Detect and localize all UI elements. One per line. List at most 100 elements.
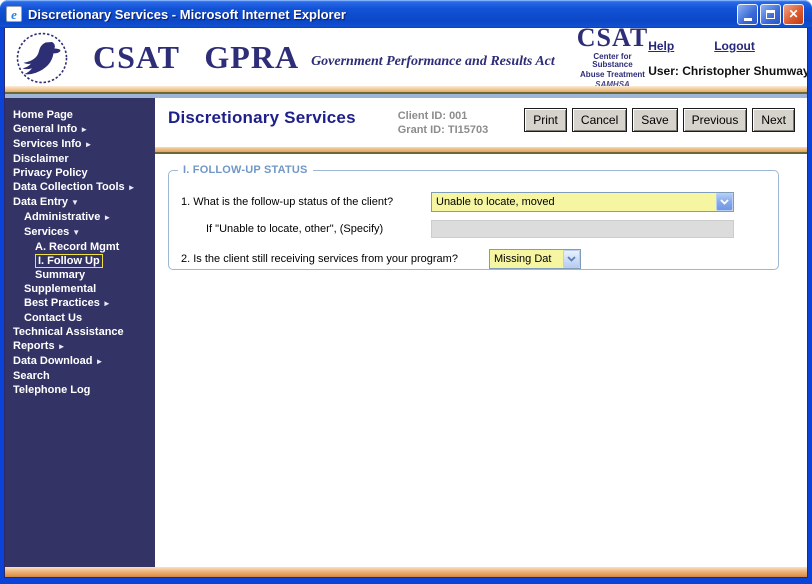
save-button[interactable]: Save — [632, 108, 678, 132]
question1-label: 1. What is the follow-up status of the c… — [181, 196, 394, 208]
page-title: Discretionary Services — [168, 108, 356, 127]
next-button[interactable]: Next — [752, 108, 795, 132]
gpra-logo: CSAT GPRA Government Performance and Res… — [93, 40, 555, 74]
chevron-down-icon[interactable] — [563, 250, 580, 268]
still-receiving-value: Missing Dat — [494, 253, 552, 265]
previous-button[interactable]: Previous — [682, 108, 748, 132]
sidebar-item-label: Best Practices — [24, 297, 100, 309]
help-link[interactable]: Help — [648, 39, 674, 53]
maximize-icon — [766, 9, 775, 19]
gpra-logo-title: CSAT GPRA — [93, 39, 300, 75]
sidebar-item-label: Search — [13, 370, 50, 382]
sidebar-item-administrative[interactable]: Administrative ► — [5, 210, 155, 225]
sidebar-item-reports[interactable]: Reports ► — [5, 339, 155, 354]
expand-down-icon: ▼ — [72, 228, 81, 237]
expand-down-icon: ▼ — [71, 198, 79, 207]
sidebar-item-home-page[interactable]: Home Page — [5, 108, 155, 122]
action-toolbar: Print Cancel Save Previous Next — [519, 108, 795, 132]
sidebar-item-label: Services Info — [13, 138, 82, 150]
sidebar-item-label: General Info — [13, 123, 78, 135]
expand-right-icon: ► — [57, 342, 66, 351]
page-body: CSAT GPRA Government Performance and Res… — [4, 28, 808, 578]
main-divider — [155, 147, 807, 154]
cancel-button[interactable]: Cancel — [571, 108, 628, 132]
minimize-button[interactable] — [737, 3, 758, 25]
sidebar-item-label: Administrative — [24, 211, 101, 223]
sidebar-item-contact-us[interactable]: Contact Us — [5, 311, 155, 325]
csat-logo: CSAT Center for Substance Abuse Treatmen… — [577, 28, 648, 89]
sidebar-item-label: Home Page — [13, 109, 73, 121]
question2-label: 2. Is the client still receiving service… — [181, 253, 458, 265]
internet-explorer-icon: e — [6, 6, 22, 22]
followup-status-select[interactable]: Unable to locate, moved — [431, 192, 734, 212]
client-id: Client ID: 001 — [397, 110, 468, 122]
ie-e-glyph: e — [11, 6, 17, 22]
footer-orange-bar — [5, 567, 807, 577]
sidebar-item-label: Summary — [35, 269, 86, 281]
sidebar-item-label: Data Entry — [13, 196, 69, 208]
content-row: Home Page General Info ► Services Info ► Disc… — [5, 98, 807, 567]
close-icon: ✕ — [788, 7, 799, 21]
expand-right-icon: ► — [103, 213, 112, 222]
sidebar-item-a-record-mgmt[interactable]: A. Record Mgmt — [5, 240, 155, 254]
sidebar-item-technical-assistance[interactable]: Technical Assistance — [5, 325, 155, 339]
sidebar-item-services-info[interactable]: Services Info ► — [5, 137, 155, 152]
csat-line1: Center for Substance — [592, 52, 633, 69]
grant-id: Grant ID: TI15703 — [397, 124, 489, 136]
sidebar-item-telephone-log[interactable]: Telephone Log — [5, 383, 155, 397]
sidebar-item-label: Technical Assistance — [13, 326, 124, 338]
hhs-eagle-logo — [16, 32, 68, 83]
expand-right-icon: ► — [84, 140, 93, 149]
window-title: Discretionary Services - Microsoft Inter… — [28, 6, 346, 22]
fieldset-legend: I. FOLLOW-UP STATUS — [178, 164, 313, 176]
close-button[interactable]: ✕ — [783, 3, 804, 25]
sidebar-item-general-info[interactable]: General Info ► — [5, 122, 155, 137]
sidebar-item-label: Services — [24, 226, 70, 238]
sidebar-item-summary[interactable]: Summary — [5, 268, 155, 282]
sidebar-item-data-collection-tools[interactable]: Data Collection Tools ► — [5, 180, 155, 195]
maximize-button[interactable] — [760, 3, 781, 25]
still-receiving-select[interactable]: Missing Dat — [489, 249, 581, 269]
sidebar-item-label: I. Follow Up — [35, 254, 103, 268]
expand-right-icon: ► — [80, 125, 89, 134]
logout-link[interactable]: Logout — [714, 39, 755, 53]
sidebar-item-label: Disclaimer — [13, 153, 69, 165]
sidebar-item-label: Data Download — [13, 355, 93, 367]
sidebar-item-data-entry[interactable]: Data Entry ▼ — [5, 195, 155, 210]
logged-in-user: User: Christopher Shumway — [648, 63, 808, 78]
main-header: Discretionary Services Client ID: 001 Gr… — [155, 98, 807, 147]
sidebar-item-label: Privacy Policy — [13, 167, 88, 179]
record-ids: Client ID: 001 Grant ID: TI15703 — [398, 108, 488, 137]
sidebar-item-label: Telephone Log — [13, 384, 91, 396]
csat-line2: Abuse Treatment — [580, 70, 645, 79]
app-header: CSAT GPRA Government Performance and Res… — [5, 28, 808, 89]
expand-right-icon: ► — [127, 183, 136, 192]
sidebar-item-disclaimer[interactable]: Disclaimer — [5, 152, 155, 166]
window-controls: ✕ — [737, 3, 804, 25]
sidebar-item-data-download[interactable]: Data Download ► — [5, 354, 155, 369]
minimize-icon — [743, 17, 752, 21]
expand-right-icon: ► — [95, 357, 104, 366]
sidebar-item-label: Data Collection Tools — [13, 181, 125, 193]
followup-status-fieldset: I. FOLLOW-UP STATUS 1. What is the follo… — [168, 164, 779, 270]
sidebar-item-label: A. Record Mgmt — [35, 241, 120, 253]
sidebar-item-privacy-policy[interactable]: Privacy Policy — [5, 166, 155, 180]
csat-acronym: CSAT — [576, 28, 649, 52]
specify-label: If "Unable to locate, other", (Specify) — [206, 223, 384, 235]
sidebar-item-label: Contact Us — [24, 312, 83, 324]
specify-input[interactable] — [431, 220, 734, 238]
sidebar-item-label: Supplemental — [24, 283, 97, 295]
browser-window: e Discretionary Services - Microsoft Int… — [0, 0, 812, 584]
sidebar-item-services[interactable]: Services ▼ — [5, 225, 155, 240]
gpra-logo-subtitle: Government Performance and Results Act — [311, 54, 555, 69]
sidebar-item-supplemental[interactable]: Supplemental — [5, 282, 155, 296]
header-user-area: Help Logout User: Christopher Shumway — [648, 37, 808, 78]
sidebar-item-i-follow-up[interactable]: I. Follow Up — [5, 254, 155, 268]
followup-status-value: Unable to locate, moved — [436, 196, 555, 208]
sidebar-nav: Home Page General Info ► Services Info ► Disc… — [5, 98, 155, 567]
title-bar[interactable]: e Discretionary Services - Microsoft Int… — [0, 0, 812, 28]
sidebar-item-best-practices[interactable]: Best Practices ► — [5, 296, 155, 311]
chevron-down-icon[interactable] — [716, 193, 733, 211]
print-button[interactable]: Print — [524, 108, 567, 132]
sidebar-item-search[interactable]: Search — [5, 369, 155, 383]
